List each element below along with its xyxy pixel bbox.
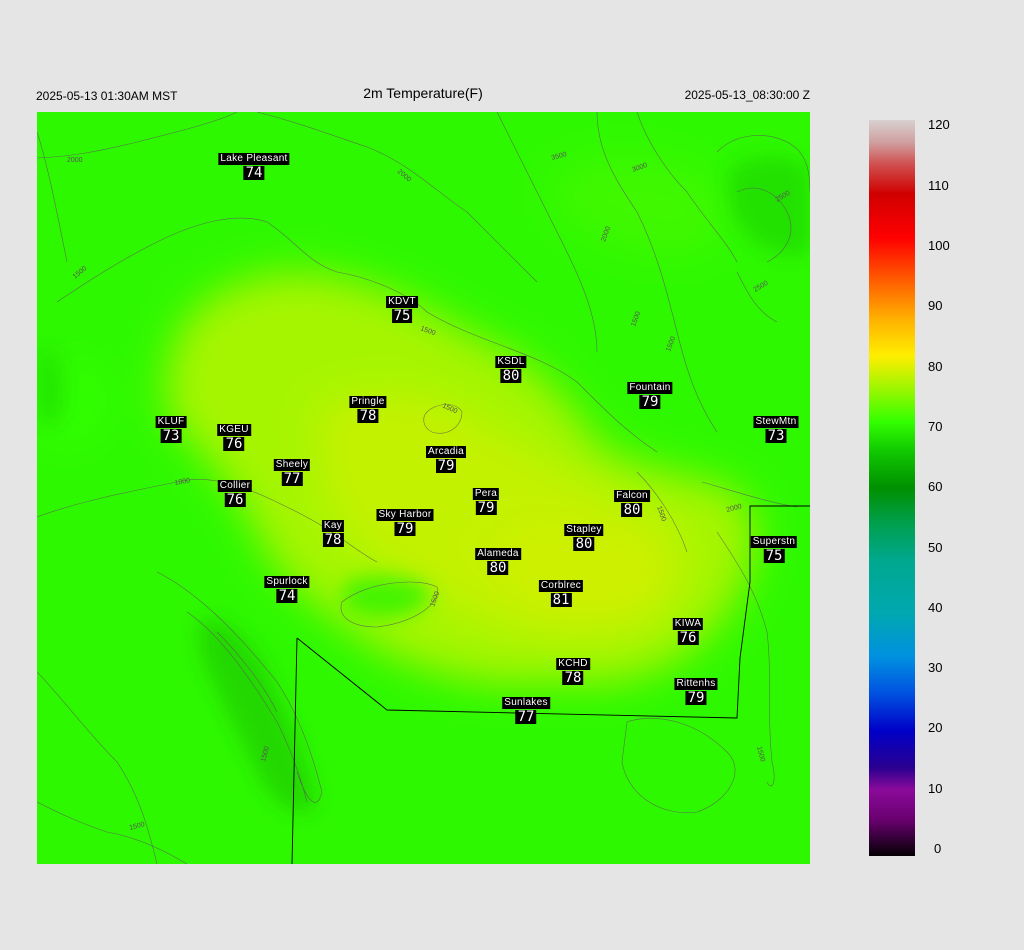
station-marker: Falcon 80	[614, 486, 650, 517]
station-marker: Arcadia 79	[425, 442, 467, 474]
station-temperature: 73	[160, 428, 182, 444]
station-temperature: 76	[224, 492, 246, 508]
station-marker: Collier 76	[217, 476, 253, 508]
colorbar-tick-label: 70	[928, 418, 943, 434]
station-temperature: 77	[281, 471, 303, 487]
station-temperature: 80	[621, 502, 643, 518]
colorbar-tick-label: 120	[928, 117, 950, 133]
station-name: Falcon	[614, 490, 650, 502]
station-marker: Sheely 77	[273, 455, 311, 487]
station-marker: KLUF 73	[155, 412, 187, 444]
station-name: Sunlakes	[502, 697, 550, 709]
station-name: Sheely	[273, 459, 311, 471]
station-marker: Fountain 79	[627, 378, 673, 410]
station-temperature: 76	[677, 630, 699, 646]
valid-time-utc: 2025-05-13_08:30:00 Z	[684, 88, 810, 102]
station-marker: Sky Harbor 79	[376, 505, 434, 537]
station-marker: Corblrec 81	[538, 576, 584, 608]
station-marker: Pringle 78	[349, 392, 387, 424]
station-temperature: 74	[243, 165, 265, 181]
contour-label: 2000	[67, 157, 83, 164]
station-name: Corblrec	[538, 580, 584, 592]
colorbar-tick-label: 30	[928, 660, 943, 676]
station-name: Fountain	[627, 382, 673, 394]
station-marker: Superstn 75	[750, 532, 798, 564]
station-name: Pringle	[349, 396, 387, 408]
station-marker: Kay 78	[321, 516, 345, 548]
station-temperature: 79	[394, 521, 416, 537]
station-temperature: 79	[435, 458, 457, 474]
colorbar-tick-label: 50	[928, 539, 943, 555]
station-temperature: 81	[550, 592, 572, 608]
map-field: 2000 2000 3500 3000 2500 2500 2000 1500 …	[37, 112, 810, 864]
station-name: Collier	[217, 480, 253, 492]
colorbar-tick-label: 40	[928, 599, 943, 615]
station-temperature: 79	[685, 690, 707, 706]
station-name: Sky Harbor	[376, 509, 434, 521]
station-marker: StewMtn 73	[753, 412, 799, 444]
station-name: Pera	[472, 488, 500, 500]
station-temperature: 77	[515, 709, 537, 725]
station-marker: KCHD 78	[556, 654, 590, 685]
station-temperature: 73	[765, 428, 787, 444]
colorbar-tick-label: 90	[928, 298, 943, 314]
station-marker: Rittenhs 79	[674, 674, 718, 706]
colorbar-tick-label: 80	[928, 358, 943, 374]
station-name: KIWA	[672, 618, 704, 630]
colorbar-tick-label: 10	[928, 780, 943, 796]
station-name: KCHD	[556, 658, 590, 670]
colorbar-tick-label: 60	[928, 479, 943, 495]
station-marker: Lake Pleasant 74	[218, 149, 290, 181]
station-temperature: 78	[562, 670, 584, 686]
station-name: Lake Pleasant	[218, 153, 290, 165]
colorbar-tick-label: 110	[928, 177, 949, 193]
station-temperature: 76	[223, 436, 245, 452]
station-marker: Sunlakes 77	[502, 693, 550, 724]
station-name: Superstn	[750, 536, 798, 548]
station-name: Spurlock	[264, 576, 310, 588]
station-name: Kay	[321, 520, 345, 532]
station-temperature: 74	[276, 588, 298, 604]
station-name: KDVT	[386, 296, 418, 308]
station-marker: KSDL 80	[495, 352, 527, 384]
station-marker: KGEU 76	[217, 420, 251, 451]
station-temperature: 80	[500, 368, 522, 384]
station-name: Alameda	[475, 548, 521, 560]
station-marker: Spurlock 74	[264, 572, 310, 604]
station-name: KLUF	[155, 416, 187, 428]
station-name: Stapley	[564, 524, 604, 536]
station-temperature: 78	[357, 408, 379, 424]
temperature-map: 2000 2000 3500 3000 2500 2500 2000 1500 …	[37, 112, 810, 864]
station-marker: KDVT 75	[386, 292, 418, 323]
station-name: Arcadia	[425, 446, 467, 458]
station-marker: Pera 79	[472, 484, 500, 516]
station-name: KSDL	[495, 356, 527, 368]
station-temperature: 79	[475, 500, 497, 516]
colorbar-tick-label: 20	[928, 720, 943, 736]
colorbar	[869, 120, 915, 856]
station-temperature: 80	[573, 536, 595, 552]
colorbar-tick-label: 0	[934, 841, 942, 856]
station-name: KGEU	[217, 424, 251, 436]
station-temperature: 79	[639, 394, 661, 410]
station-marker: KIWA 76	[672, 614, 704, 646]
station-temperature: 78	[322, 532, 344, 548]
station-temperature: 75	[391, 308, 413, 324]
station-marker: Stapley 80	[564, 520, 604, 552]
colorbar-gradient	[869, 120, 915, 856]
station-name: StewMtn	[753, 416, 799, 428]
station-temperature: 80	[487, 560, 509, 576]
colorbar-tick-label: 100	[928, 238, 950, 253]
station-name: Rittenhs	[674, 678, 718, 690]
station-marker: Alameda 80	[475, 544, 521, 575]
station-temperature: 75	[763, 548, 785, 564]
